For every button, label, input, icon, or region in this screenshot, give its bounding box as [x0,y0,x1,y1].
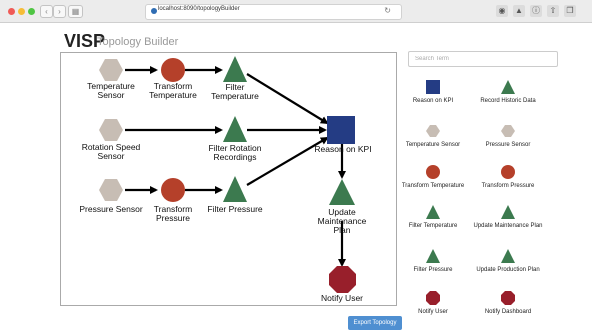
temperature-sensor-hexagon [99,59,123,81]
pressure-sensor-hexagon [99,179,123,201]
hexagon-icon [426,125,440,137]
filter-temperature-triangle [223,56,247,82]
triangle-icon [501,80,515,94]
label-filter-temperature: Filter Temperature [211,82,259,101]
label-rotation-speed-sensor: Rotation Speed Sensor [81,142,141,161]
label-filter-rotation: Filter Rotation Recordings [208,143,262,162]
globe-icon [151,8,157,14]
triangle-icon [426,249,440,263]
palette-item-label: Transform Pressure [481,183,535,189]
close-window-button[interactable] [8,8,15,15]
label-reason-kpi: Reason on KPI [314,144,372,154]
triangle-icon [426,205,440,219]
sidebar-toggle-icon[interactable]: ▦ [68,5,83,18]
circle-icon [426,165,440,179]
palette-item-update-maintenance[interactable]: Update Maintenance Plan [463,205,553,231]
rotation-sensor-hexagon [99,119,123,141]
palette-item-transform-pressure[interactable]: Transform Pressure [463,165,553,191]
label-temperature-sensor: Temperature Sensor [87,81,135,100]
notify-user-octagon [329,266,356,293]
palette-item-label: Update Maintenance Plan [473,223,543,229]
triangle-icon [501,249,515,263]
square-icon [426,80,440,94]
palette-item-record-historic[interactable]: Record Historic Data [463,80,553,106]
palette-item-update-production[interactable]: Update Production Plan [463,249,553,275]
octagon-icon [501,291,515,305]
info-icon[interactable]: ⓘ [530,5,542,17]
label-filter-pressure: Filter Pressure [207,204,263,214]
tabs-icon[interactable]: ❐ [564,5,576,17]
palette-item-notify-dashboard[interactable]: Notify Dashboard [463,291,553,317]
back-icon[interactable]: ‹ [40,5,53,18]
search-input[interactable] [408,51,558,67]
palette-item-label: Pressure Sensor [485,142,531,148]
share-icon[interactable]: ⇧ [547,5,559,17]
triangle-icon [501,205,515,219]
palette-item-pressure-sensor[interactable]: Pressure Sensor [463,124,553,150]
label-notify-user: Notify User [320,293,364,303]
circle-icon [501,165,515,179]
filter-pressure-triangle [223,176,247,202]
minimize-window-button[interactable] [18,8,25,15]
palette-item-label: Notify Dashboard [484,309,532,315]
zoom-window-button[interactable] [28,8,35,15]
palette-item-label: Record Historic Data [480,98,536,104]
browser-toolbar: ‹ › ▦ localhost:8090/topologyBuilder ↻ ◉… [0,0,592,23]
forward-icon[interactable]: › [53,5,66,18]
extension-icon-2[interactable]: ▲ [513,5,525,17]
filter-rotation-triangle [223,116,247,142]
transform-temperature-circle [161,58,185,82]
octagon-icon [426,291,440,305]
update-maintenance-triangle [329,179,355,205]
topology-canvas[interactable]: Temperature Sensor Transform Temperature… [60,52,397,306]
transform-pressure-circle [161,178,185,202]
hexagon-icon [501,125,515,137]
extension-icon[interactable]: ◉ [496,5,508,17]
reload-icon[interactable]: ↻ [384,6,391,15]
export-topology-button[interactable]: Export Topology [348,316,402,330]
label-transform-temperature: Transform Temperature [149,81,197,100]
label-pressure-sensor: Pressure Sensor [79,204,143,214]
reason-kpi-square [327,116,355,144]
address-bar[interactable]: localhost:8090/topologyBuilder ↻ [145,4,402,20]
label-transform-pressure: Transform Pressure [153,204,193,223]
page-subtitle: Topology Builder [97,36,179,48]
url-text: localhost:8090/topologyBuilder [158,6,240,12]
label-update-maintenance: Update Maintenance Plan [317,207,367,235]
palette-item-label: Update Production Plan [476,267,540,273]
